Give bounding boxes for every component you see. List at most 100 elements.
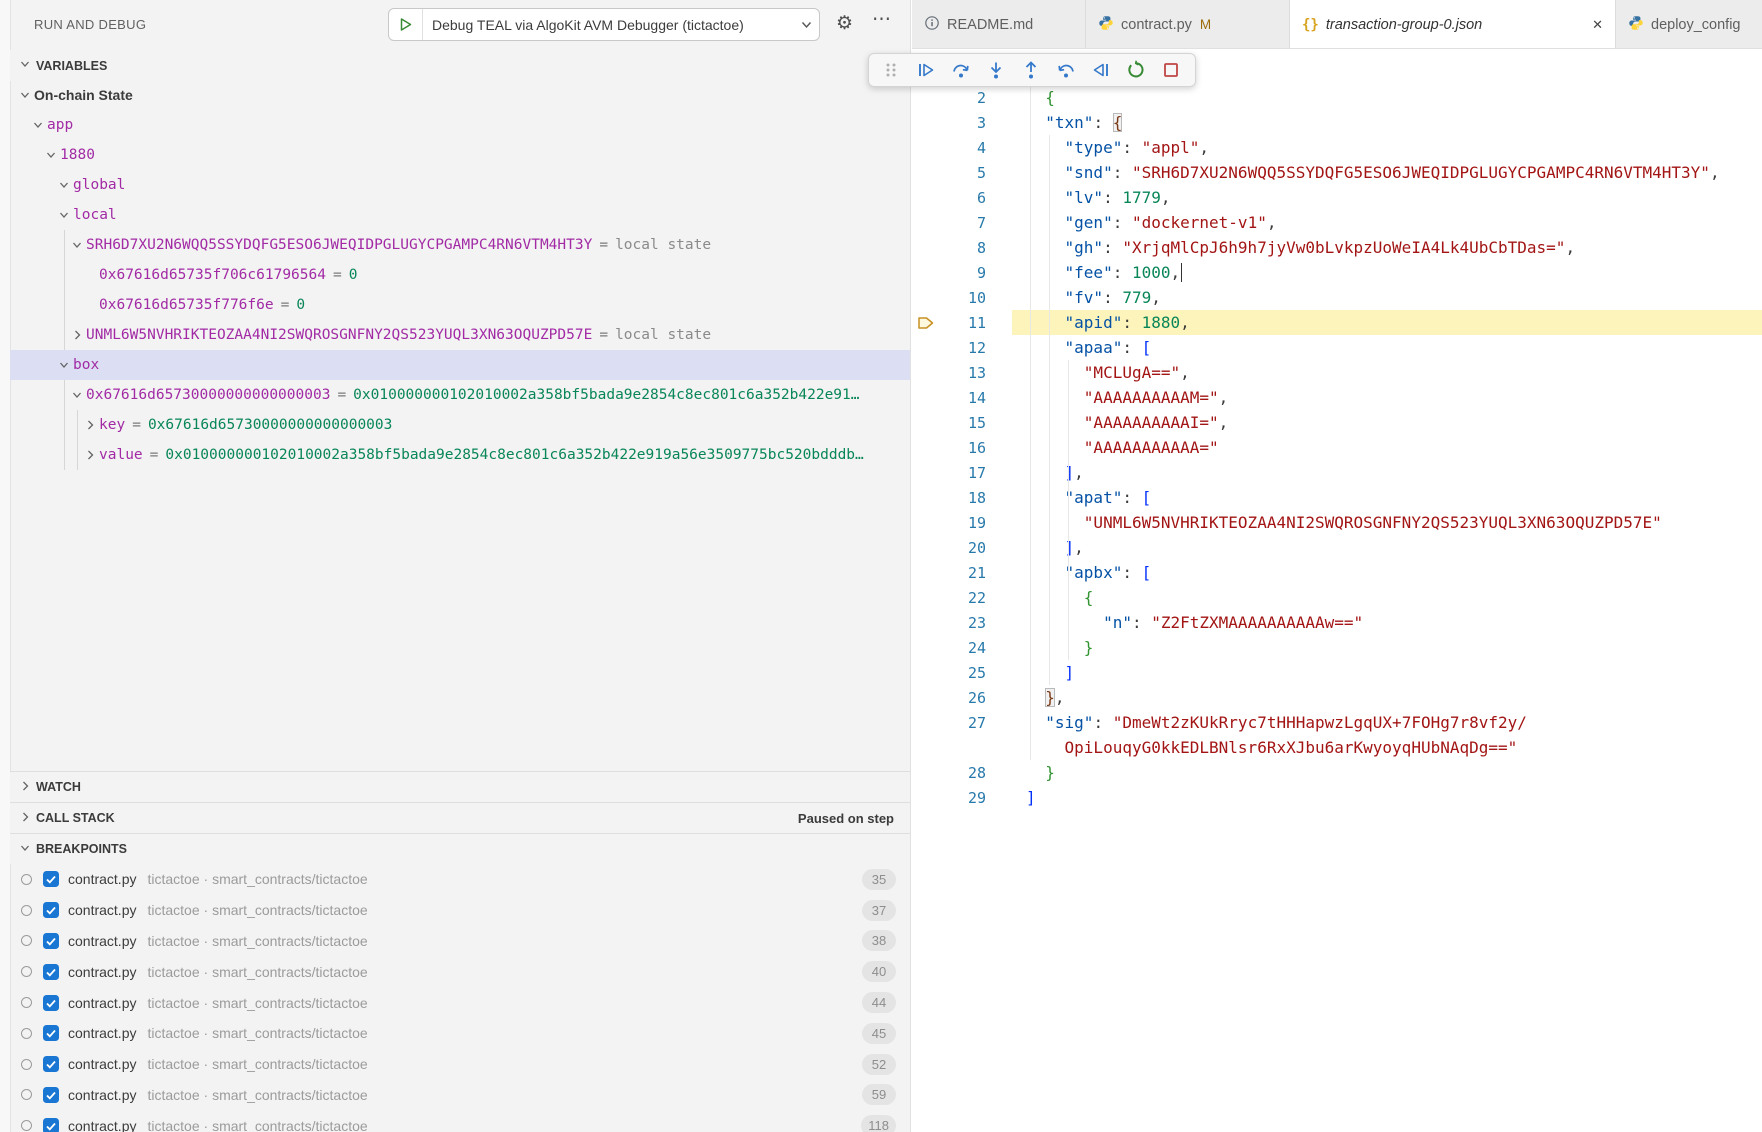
gutter[interactable]: 5: [912, 160, 1012, 185]
gutter[interactable]: [912, 735, 1012, 760]
gutter[interactable]: 6: [912, 185, 1012, 210]
code-line-19[interactable]: 19 "UNML6W5NVHRIKTEOZAA4NI2SWQROSGNFNY2Q…: [912, 510, 1762, 535]
code-line-20[interactable]: 20 ],: [912, 535, 1762, 560]
more-actions-icon[interactable]: ⋯: [872, 8, 891, 31]
breakpoint-row[interactable]: contract.pytictactoe · smart_contracts/t…: [10, 895, 910, 926]
tab-contract-py[interactable]: contract.pyM: [1086, 0, 1290, 49]
debug-config-picker[interactable]: Debug TEAL via AlgoKit AVM Debugger (tic…: [388, 8, 820, 41]
chevron-right-icon[interactable]: [68, 329, 86, 341]
variables-section-header[interactable]: VARIABLES: [10, 50, 910, 81]
stop-icon[interactable]: [1158, 57, 1184, 83]
code-line-10[interactable]: 10 "fv": 779,: [912, 285, 1762, 310]
gear-icon[interactable]: ⚙: [836, 12, 853, 35]
gutter[interactable]: 25: [912, 660, 1012, 685]
breakpoint-checkbox[interactable]: [43, 964, 59, 980]
chevron-down-icon[interactable]: [55, 179, 73, 191]
breakpoint-checkbox[interactable]: [43, 1118, 59, 1132]
chevron-down-icon[interactable]: [55, 359, 73, 371]
gutter[interactable]: 19: [912, 510, 1012, 535]
gutter[interactable]: 14: [912, 385, 1012, 410]
breakpoint-row[interactable]: contract.pytictactoe · smart_contracts/t…: [10, 1049, 910, 1080]
code-line-26[interactable]: 26 },: [912, 685, 1762, 710]
gutter[interactable]: 24: [912, 635, 1012, 660]
tree-row-1880[interactable]: 1880: [10, 140, 910, 170]
code-line-28[interactable]: 28 }: [912, 760, 1762, 785]
tree-row-key[interactable]: key=0x67616d65730000000000000003: [10, 410, 910, 440]
reverse-continue-icon[interactable]: [1088, 57, 1114, 83]
code-line-13[interactable]: 13 "MCLUgA==",: [912, 360, 1762, 385]
chevron-right-icon[interactable]: [81, 419, 99, 431]
tree-row-app[interactable]: app: [10, 110, 910, 140]
code-line-8[interactable]: 8 "gh": "XrjqMlCpJ6h9h7jyVw0bLvkpzUoWeIA…: [912, 235, 1762, 260]
breakpoint-row[interactable]: contract.pytictactoe · smart_contracts/t…: [10, 987, 910, 1018]
breakpoint-row[interactable]: contract.pytictactoe · smart_contracts/t…: [10, 1018, 910, 1049]
tree-row-global[interactable]: global: [10, 170, 910, 200]
tree-row-on-chain-state[interactable]: On-chain State: [10, 80, 910, 110]
breakpoint-checkbox[interactable]: [43, 1025, 59, 1041]
code-line-9[interactable]: 9 "fee": 1000,: [912, 260, 1762, 285]
gutter[interactable]: 20: [912, 535, 1012, 560]
code-line-11[interactable]: 11 "apid": 1880,: [912, 310, 1762, 335]
tab-deploy-config[interactable]: deploy_config: [1616, 0, 1762, 49]
tree-row-unml6w5nvhri[interactable]: UNML6W5NVHRIKTEOZAA4NI2SWQROSGNFNY2QS523…: [10, 320, 910, 350]
breakpoint-checkbox[interactable]: [43, 902, 59, 918]
code-line-21[interactable]: 21 "apbx": [: [912, 560, 1762, 585]
tree-row-srh6d7xu2n6w[interactable]: SRH6D7XU2N6WQQ5SSYDQFG5ESO6JWEQIDPGLUGYC…: [10, 230, 910, 260]
close-icon[interactable]: ✕: [1584, 17, 1603, 33]
chevron-down-icon[interactable]: [16, 89, 34, 101]
gutter[interactable]: 2: [912, 85, 1012, 110]
continue-icon[interactable]: [913, 57, 939, 83]
watch-section-header[interactable]: WATCH: [10, 771, 910, 802]
gutter[interactable]: 18: [912, 485, 1012, 510]
chevron-down-icon[interactable]: [55, 209, 73, 221]
breakpoints-section-header[interactable]: BREAKPOINTS: [10, 833, 910, 864]
breakpoint-checkbox[interactable]: [43, 933, 59, 949]
code-line-5[interactable]: 5 "snd": "SRH6D7XU2N6WQQ5SSYDQFG5ESO6JWE…: [912, 160, 1762, 185]
breakpoint-checkbox[interactable]: [43, 995, 59, 1011]
gutter[interactable]: 17: [912, 460, 1012, 485]
tree-row-0x67616d65735f776f6e[interactable]: 0x67616d65735f776f6e=0: [10, 290, 910, 320]
code-line-29[interactable]: 29]: [912, 785, 1762, 810]
chevron-right-icon[interactable]: [81, 449, 99, 461]
step-back-icon[interactable]: [1053, 57, 1079, 83]
code-line-6[interactable]: 6 "lv": 1779,: [912, 185, 1762, 210]
code-line-7[interactable]: 7 "gen": "dockernet-v1",: [912, 210, 1762, 235]
gutter[interactable]: 12: [912, 335, 1012, 360]
gutter[interactable]: 10: [912, 285, 1012, 310]
tree-row-local[interactable]: local: [10, 200, 910, 230]
gutter[interactable]: 21: [912, 560, 1012, 585]
gutter[interactable]: 22: [912, 585, 1012, 610]
tree-row-0x67616d6573[interactable]: 0x67616d65735f706c61796564=0: [10, 260, 910, 290]
breakpoint-row[interactable]: contract.pytictactoe · smart_contracts/t…: [10, 1110, 910, 1132]
tree-row-value[interactable]: value=0x010000000102010002a358bf5bada9e2…: [10, 440, 910, 470]
breakpoint-row[interactable]: contract.pytictactoe · smart_contracts/t…: [10, 864, 910, 895]
gutter[interactable]: 9: [912, 260, 1012, 285]
chevron-down-icon[interactable]: [68, 389, 86, 401]
tree-row-box[interactable]: box: [10, 350, 910, 380]
editor-code-area[interactable]: 2 {3 "txn": {4 "type": "appl",5 "snd": "…: [912, 49, 1762, 1132]
gutter[interactable]: 8: [912, 235, 1012, 260]
breakpoint-row[interactable]: contract.pytictactoe · smart_contracts/t…: [10, 926, 910, 957]
breakpoint-row[interactable]: contract.pytictactoe · smart_contracts/t…: [10, 1080, 910, 1111]
gutter[interactable]: 7: [912, 210, 1012, 235]
code-line-14[interactable]: 14 "AAAAAAAAAAM=",: [912, 385, 1762, 410]
gutter[interactable]: 29: [912, 785, 1012, 810]
code-line-3[interactable]: 3 "txn": {: [912, 110, 1762, 135]
gutter[interactable]: 16: [912, 435, 1012, 460]
code-line-17[interactable]: 17 ],: [912, 460, 1762, 485]
chevron-down-icon[interactable]: [68, 239, 86, 251]
restart-icon[interactable]: [1123, 57, 1149, 83]
code-line-wrap[interactable]: OpiLouqyG0kkEDLBNlsr6RxXJbu6arKwyoyqHUbN…: [912, 735, 1762, 760]
code-line-2[interactable]: 2 {: [912, 85, 1762, 110]
gutter[interactable]: 13: [912, 360, 1012, 385]
gutter[interactable]: 4: [912, 135, 1012, 160]
gutter[interactable]: 26: [912, 685, 1012, 710]
step-out-icon[interactable]: [1018, 57, 1044, 83]
start-debug-icon[interactable]: [389, 9, 423, 40]
tree-row-0x67616d6573[interactable]: 0x67616d65730000000000000003=0x010000000…: [10, 380, 910, 410]
breakpoint-checkbox[interactable]: [43, 871, 59, 887]
breakpoint-checkbox[interactable]: [43, 1087, 59, 1103]
tab-readme-md[interactable]: README.md: [912, 0, 1086, 49]
code-line-27[interactable]: 27 "sig": "DmeWt2zKUkRryc7tHHHapwzLgqUX+…: [912, 710, 1762, 735]
code-line-4[interactable]: 4 "type": "appl",: [912, 135, 1762, 160]
